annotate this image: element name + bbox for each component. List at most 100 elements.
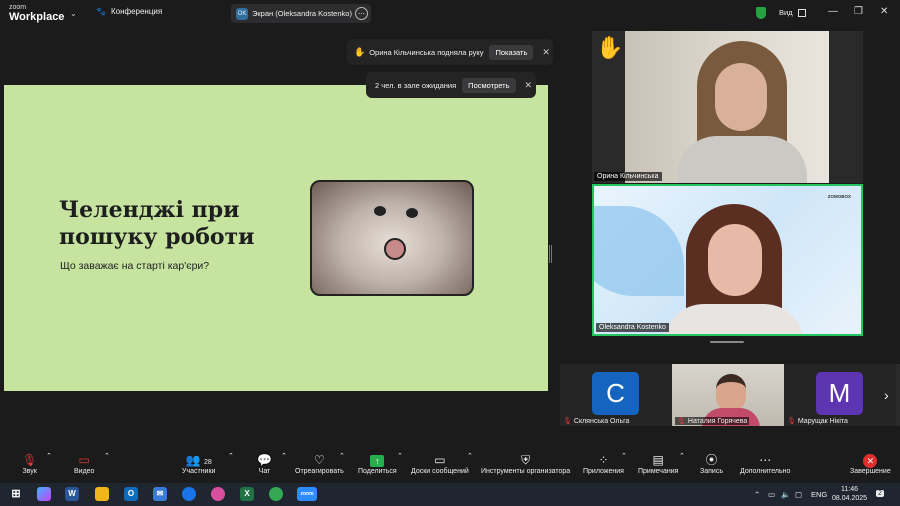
more-icon: ⋯ <box>759 453 772 467</box>
view-button[interactable]: Вид <box>779 8 806 17</box>
end-meeting-button[interactable]: ✕ Завершение <box>850 452 891 475</box>
video-tile-orina[interactable]: ✋ Орина Кільчинська <box>592 31 863 183</box>
more-button[interactable]: ⋯ Дополнительно <box>740 452 790 475</box>
mail-icon[interactable]: ✉ <box>153 487 167 501</box>
caret-up-icon[interactable]: ⌃ <box>621 452 627 460</box>
video-tile-oleksandra[interactable]: ZOMOBOX Oleksandra Kostenko <box>592 184 863 336</box>
thumb-name-row: 🎙 Склянська Ольга <box>563 417 630 426</box>
view-waiting-button[interactable]: Посмотреть <box>462 77 516 93</box>
tray-chevron-icon[interactable]: ⌃ <box>754 490 760 499</box>
caret-up-icon[interactable]: ⌃ <box>228 452 234 460</box>
end-label: Завершение <box>850 468 891 475</box>
chrome-icon[interactable] <box>269 487 283 501</box>
slide-title-line2: пошуку роботи <box>59 224 255 250</box>
screen-share-indicator[interactable]: OK Экран (Oleksandra Kostenko) ⋯ <box>231 4 371 23</box>
participant-name: Наталия Горячева <box>687 417 748 425</box>
react-button[interactable]: ♡ Отреагировать <box>295 452 344 475</box>
excel-icon[interactable]: X <box>240 487 254 501</box>
mic-muted-icon: 🎙 <box>787 418 796 425</box>
next-page-icon[interactable]: › <box>884 387 889 403</box>
display-icon[interactable]: ▢ <box>795 490 802 499</box>
caret-up-icon[interactable]: ⌃ <box>46 452 52 460</box>
resize-handle[interactable] <box>549 245 552 263</box>
host-tools-button[interactable]: ⛨ Инструменты организатора <box>481 452 570 475</box>
participants-button[interactable]: 👥 28 Участники <box>182 452 215 475</box>
slide-title: Челенджі при пошуку роботи <box>59 197 255 251</box>
share-label: Экран (Oleksandra Kostenko) <box>252 9 352 18</box>
participant-thumb[interactable]: 🎙 Наталия Горячева <box>672 364 784 426</box>
battery-icon[interactable]: ▭ <box>768 490 775 499</box>
participant-name: Склянська Ольга <box>573 417 630 425</box>
participant-thumb[interactable]: M 🎙 Марущак Нікіта <box>784 364 896 426</box>
chat-icon: 💬 <box>257 453 272 467</box>
video-button[interactable]: ▭ Видео <box>74 452 94 475</box>
word-icon[interactable]: W <box>65 487 79 501</box>
share-label: Поделиться <box>358 468 397 475</box>
whiteboards-button[interactable]: ▭ Доски сообщений <box>411 452 469 475</box>
clock-time: 11:46 <box>841 486 859 493</box>
share-button[interactable]: ↑ Поделиться <box>358 452 397 475</box>
participants-count: 28 <box>203 459 212 466</box>
volume-icon[interactable]: 🔈 <box>781 490 790 499</box>
participant-name: Орина Кільчинська <box>594 172 662 181</box>
more-options-icon[interactable]: ⋯ <box>355 7 368 20</box>
copilot-icon[interactable] <box>37 487 51 501</box>
record-icon: ⦿ <box>705 453 718 467</box>
caret-up-icon[interactable]: ⌃ <box>281 452 287 460</box>
raised-hand-icon: ✋ <box>354 46 366 57</box>
audio-button[interactable]: 🎙 Звук <box>22 452 37 475</box>
notes-icon: ▤ <box>652 453 664 467</box>
windows-start-icon[interactable]: ⊞ <box>9 487 23 501</box>
record-button[interactable]: ⦿ Запись <box>700 452 723 475</box>
background-shape <box>594 206 684 296</box>
apps-icon: ⁘ <box>598 453 609 467</box>
caret-up-icon[interactable]: ⌃ <box>397 452 403 460</box>
person-face <box>708 224 762 296</box>
grid-view-icon <box>797 8 806 17</box>
close-icon[interactable]: ✕ <box>525 80 533 91</box>
logo-big-text: Workplace <box>9 11 65 23</box>
participants-icon: 👥 28 <box>185 453 212 467</box>
clock[interactable]: 11:46 08.04.2025 <box>832 485 867 503</box>
whiteboards-label: Доски сообщений <box>411 468 469 475</box>
whiteboard-icon: ▭ <box>434 453 446 467</box>
person-body <box>664 304 804 334</box>
chrome-icon[interactable] <box>182 487 196 501</box>
language-indicator[interactable]: ENG <box>811 490 827 499</box>
close-icon[interactable]: ✕ <box>542 47 550 58</box>
zoom-logo[interactable]: zoom Workplace <box>9 4 64 23</box>
panel-drag-handle[interactable] <box>710 341 744 343</box>
slide-subtitle: Що заважає на старті кар'єри? <box>60 260 210 272</box>
cat-mouth <box>384 238 406 260</box>
outlook-icon[interactable]: O <box>124 487 138 501</box>
notes-button[interactable]: ▤ Примечания <box>638 452 678 475</box>
caret-up-icon[interactable]: ⌃ <box>679 452 685 460</box>
participant-name: Oleksandra Kostenko <box>596 323 669 332</box>
avatar: С <box>592 372 639 415</box>
zoom-taskbar-icon[interactable]: zoom <box>297 487 317 501</box>
cat-eye-left <box>374 206 386 216</box>
restore-icon[interactable]: ❐ <box>854 6 863 17</box>
heart-icon: ♡ <box>314 453 325 467</box>
chevron-down-icon[interactable]: ⌄ <box>70 9 77 18</box>
security-shield-icon[interactable] <box>756 7 766 19</box>
caret-up-icon[interactable]: ⌃ <box>104 452 110 460</box>
meeting-info[interactable]: 🐾 Конференция <box>96 7 162 16</box>
caret-up-icon[interactable]: ⌃ <box>339 452 345 460</box>
mic-muted-icon: 🎙 <box>563 418 572 425</box>
participant-thumb[interactable]: С 🎙 Склянська Ольга <box>560 364 672 426</box>
close-icon[interactable]: ✕ <box>880 6 888 17</box>
caret-up-icon[interactable]: ⌃ <box>467 452 473 460</box>
app-drop-icon[interactable] <box>211 487 225 501</box>
host-tools-label: Инструменты организатора <box>481 468 571 475</box>
apps-label: Приложения <box>583 468 624 475</box>
show-button[interactable]: Показать <box>489 44 534 60</box>
record-label: Запись <box>700 468 723 475</box>
waiting-text: 2 чел. в зале ожидания <box>375 80 457 90</box>
notification-badge[interactable]: 2 <box>876 490 884 497</box>
minimize-icon[interactable]: — <box>828 6 838 17</box>
zoom-window: zoom Workplace ⌄ 🐾 Конференция OK Экран … <box>0 0 900 506</box>
chat-button[interactable]: 💬 Чат <box>257 452 272 475</box>
file-explorer-icon[interactable] <box>95 487 109 501</box>
apps-button[interactable]: ⁘ Приложения <box>583 452 624 475</box>
